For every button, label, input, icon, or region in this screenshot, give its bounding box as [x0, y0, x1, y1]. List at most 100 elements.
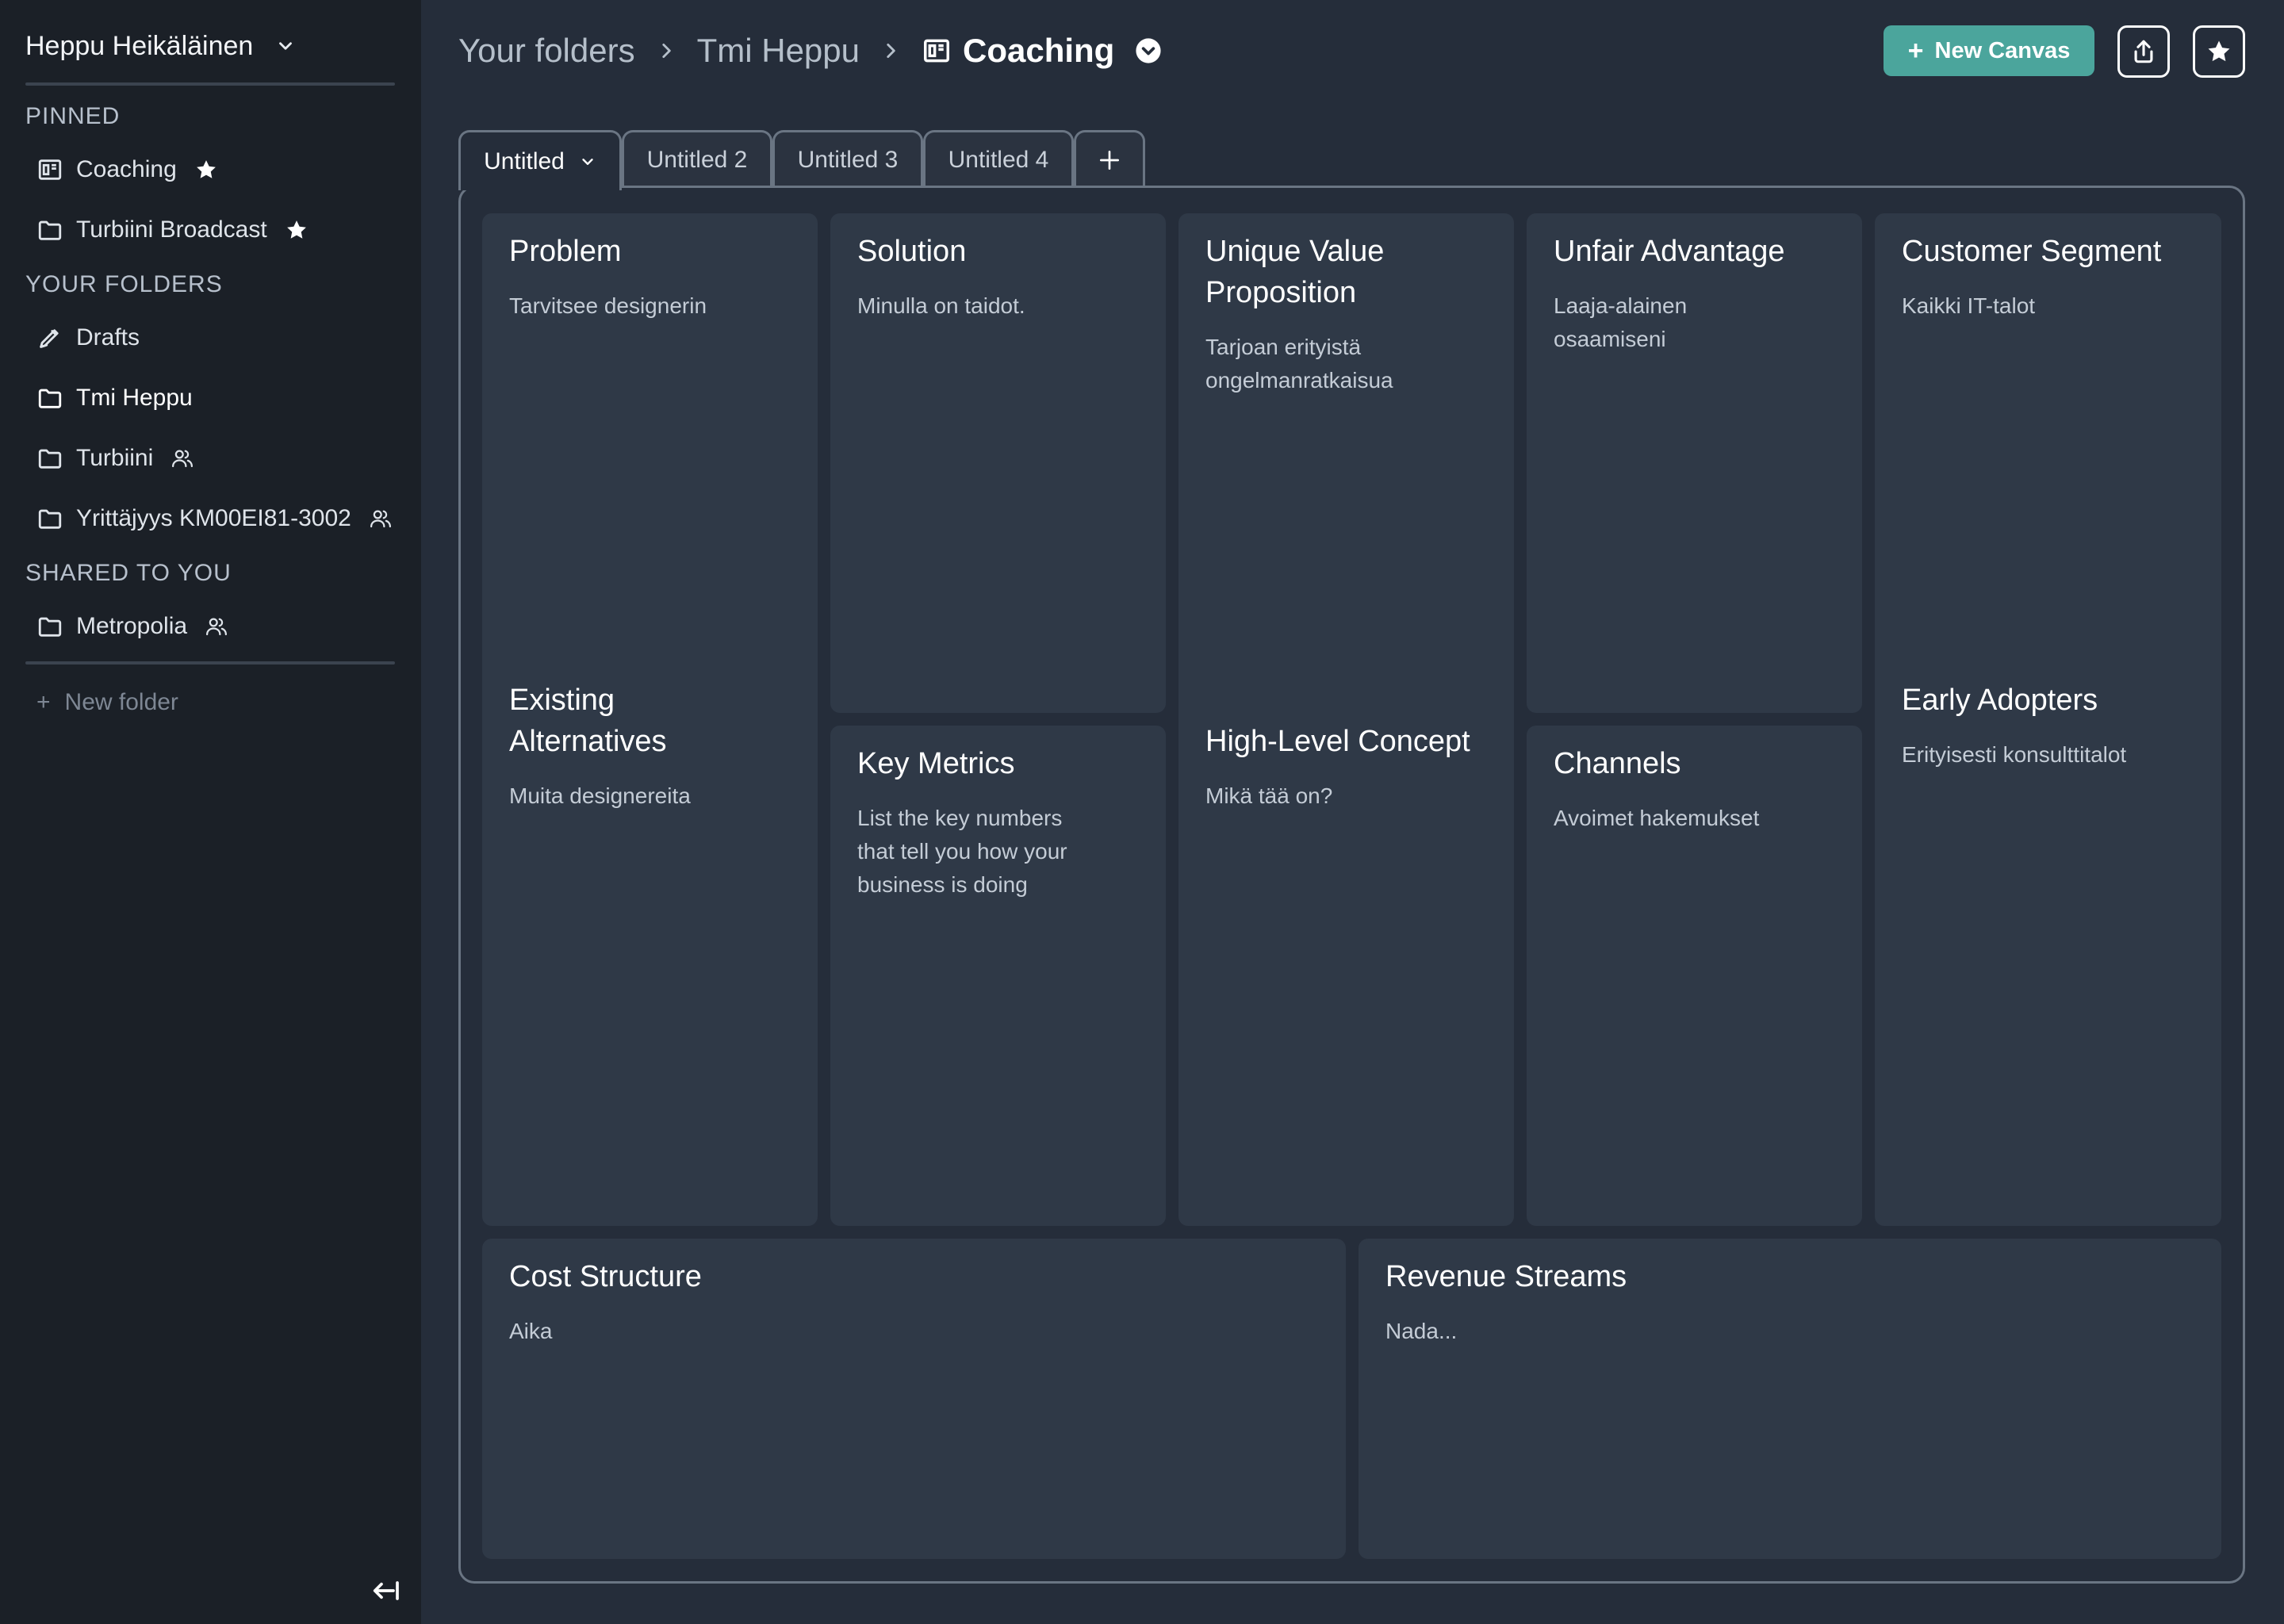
cell-text: Erityisesti konsulttitalot	[1902, 742, 2127, 767]
tab-untitled-4[interactable]: Untitled 4	[923, 130, 1074, 188]
sidebar-divider	[25, 661, 395, 665]
sidebar-item-label: Tmi Heppu	[76, 385, 193, 411]
user-menu[interactable]: Heppu Heikäläinen	[25, 27, 296, 65]
cell-title: Cost Structure	[509, 1260, 702, 1293]
chevron-down-circle-icon[interactable]	[1135, 37, 1162, 64]
sidebar-item-tmi-heppu[interactable]: Tmi Heppu	[36, 379, 193, 417]
cell-revenue-streams[interactable]: Revenue Streams Nada...	[1359, 1239, 2221, 1559]
cell-title: Problem	[509, 235, 622, 268]
cell-text: Avoimet hakemukset	[1554, 806, 1760, 830]
sidebar-item-turbiini-broadcast[interactable]: Turbiini Broadcast	[36, 211, 308, 249]
tab-label: Untitled	[484, 147, 565, 174]
folder-icon	[38, 220, 62, 240]
cell-title: Solution	[857, 235, 967, 268]
cell-text: List the key numbers that tell you how y…	[857, 806, 1067, 897]
sidebar-item-label: Coaching	[76, 156, 177, 182]
users-icon	[172, 450, 194, 468]
collapse-sidebar-icon[interactable]	[370, 1575, 401, 1607]
cell-text: Muita designereita	[509, 783, 691, 808]
tab-untitled-3[interactable]: Untitled 3	[772, 130, 923, 188]
cell-title: Unique Value Proposition	[1205, 235, 1385, 309]
share-button[interactable]	[2117, 25, 2170, 78]
new-canvas-label: New Canvas	[1934, 37, 2071, 63]
section-title-shared: SHARED TO YOU	[25, 560, 232, 586]
sidebar-item-metropolia[interactable]: Metropolia	[36, 607, 228, 645]
star-icon	[286, 220, 306, 239]
cell-text: Kaikki IT-talot	[1902, 293, 2036, 318]
plus-icon: +	[36, 689, 51, 715]
folder-icon	[38, 389, 62, 408]
sidebar-divider	[25, 82, 395, 86]
subcell-existing-alternatives[interactable]: Existing Alternatives Muita designereita	[509, 680, 791, 813]
cell-text: Tarvitsee designerin	[509, 293, 707, 318]
star-icon	[196, 160, 216, 178]
cell-unique-value-proposition[interactable]: Unique Value Proposition Tarjoan erityis…	[1178, 213, 1514, 1226]
chevron-down-icon	[582, 158, 593, 165]
cell-text: Aika	[509, 1319, 553, 1343]
cell-text: Laaja-alainen osaamiseni	[1554, 293, 1688, 351]
cell-title: Channels	[1554, 747, 1681, 780]
breadcrumb-tmi-heppu[interactable]: Tmi Heppu	[697, 32, 860, 70]
cell-title: Existing Alternatives	[509, 684, 667, 758]
sidebar-item-label: Metropolia	[76, 613, 188, 639]
pencil-icon	[40, 329, 59, 348]
chevron-right-icon	[661, 44, 671, 58]
tab-label: Untitled 2	[646, 147, 748, 173]
cell-title: Unfair Advantage	[1554, 235, 1785, 268]
cell-solution[interactable]: Solution Minulla on taidot.	[830, 213, 1166, 713]
cell-title: Revenue Streams	[1385, 1260, 1627, 1293]
new-folder-label: New folder	[64, 689, 178, 715]
users-icon	[206, 618, 228, 636]
breadcrumb: Your folders Tmi Heppu Coaching	[458, 29, 1162, 73]
user-name: Heppu Heikäläinen	[25, 30, 254, 61]
cell-unfair-advantage[interactable]: Unfair Advantage Laaja-alainen osaamisen…	[1527, 213, 1862, 713]
cell-title: Early Adopters	[1902, 684, 2098, 717]
subcell-early-adopters[interactable]: Early Adopters Erityisesti konsulttitalo…	[1902, 680, 2194, 772]
canvas-icon	[38, 159, 62, 180]
chevron-right-icon	[887, 44, 895, 58]
sidebar-item-label: Drafts	[76, 324, 140, 350]
cell-title: Key Metrics	[857, 747, 1015, 780]
breadcrumb-your-folders[interactable]: Your folders	[458, 32, 635, 70]
cell-problem[interactable]: Problem Tarvitsee designerin Existing Al…	[482, 213, 818, 1226]
sidebar-item-coaching[interactable]: Coaching	[36, 151, 218, 189]
subcell-high-level-concept[interactable]: High-Level Concept Mikä tää on?	[1205, 721, 1487, 813]
new-folder-button[interactable]: + New folder	[36, 684, 178, 722]
cell-title: Customer Segment	[1902, 235, 2162, 268]
cell-channels[interactable]: Channels Avoimet hakemukset	[1527, 726, 1862, 1226]
cell-key-metrics[interactable]: Key Metrics List the key numbers that te…	[830, 726, 1166, 1226]
section-title-your-folders: YOUR FOLDERS	[25, 271, 223, 297]
tab-label: Untitled 3	[797, 147, 899, 173]
cell-text: Nada...	[1385, 1319, 1458, 1343]
new-canvas-button[interactable]: + New Canvas	[1884, 25, 2094, 76]
lean-canvas-board: Problem Tarvitsee designerin Existing Al…	[458, 186, 2245, 1584]
section-title-pinned: PINNED	[25, 103, 121, 129]
sidebar-item-yrittajyys[interactable]: Yrittäjyys KM00EI81-3002	[36, 500, 393, 538]
folder-icon	[38, 449, 62, 469]
cell-cost-structure[interactable]: Cost Structure Aika	[482, 1239, 1346, 1559]
cell-text: Minulla on taidot.	[857, 293, 1025, 318]
sidebar-item-drafts[interactable]: Drafts	[36, 319, 140, 357]
canvas-icon	[924, 39, 949, 63]
tab-untitled-2[interactable]: Untitled 2	[622, 130, 772, 188]
folder-icon	[38, 509, 62, 529]
favorite-button[interactable]	[2193, 25, 2245, 78]
cell-text: Tarjoan erityistä ongelmanratkaisua	[1205, 335, 1393, 393]
add-tab-button[interactable]	[1074, 130, 1145, 188]
tab-untitled[interactable]: Untitled	[458, 130, 622, 190]
plus-icon: +	[1907, 36, 1924, 66]
sidebar-item-label: Yrittäjyys KM00EI81-3002	[76, 505, 351, 531]
plus-icon	[1100, 151, 1119, 170]
cell-customer-segment[interactable]: Customer Segment Kaikki IT-talot Early A…	[1875, 213, 2221, 1226]
sidebar: Heppu Heikäläinen PINNED Coaching Turbii…	[0, 0, 421, 1624]
share-icon	[2134, 40, 2153, 63]
star-icon	[2208, 40, 2230, 62]
sidebar-item-label: Turbiini	[76, 445, 154, 471]
cell-text: Mikä tää on?	[1205, 783, 1333, 808]
sidebar-item-turbiini[interactable]: Turbiini	[36, 439, 194, 477]
cell-title: High-Level Concept	[1205, 725, 1470, 758]
chevron-down-icon	[279, 42, 293, 50]
sidebar-item-label: Turbiini Broadcast	[76, 216, 267, 243]
tab-label: Untitled 4	[948, 147, 1049, 173]
users-icon	[370, 510, 391, 528]
